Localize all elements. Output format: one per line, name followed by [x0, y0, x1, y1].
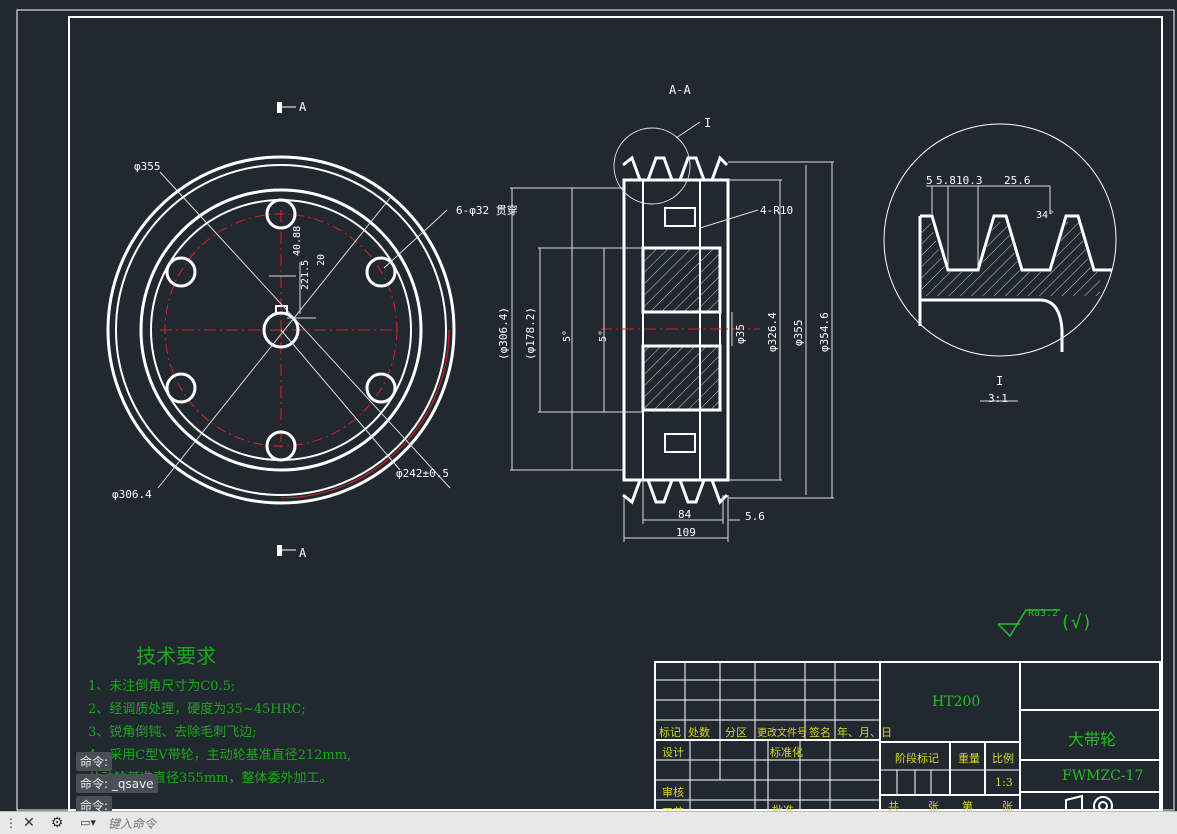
detail-mark: I: [704, 116, 712, 130]
header-cell: 分区: [725, 726, 747, 739]
drawing-number: FWMZC-17: [1062, 768, 1144, 784]
dim-detail-b: 5.8: [936, 174, 956, 187]
dim-d242: φ242±0.5: [396, 467, 449, 480]
section-mark-top: A: [299, 100, 307, 114]
wrench-icon[interactable]: ⚙: [48, 814, 66, 832]
material: HT200: [932, 694, 981, 710]
dim-d3064: (φ306.4): [497, 307, 510, 360]
close-icon[interactable]: ✕: [20, 814, 38, 832]
dim-d306-front: φ306.4: [112, 488, 152, 501]
weight-label: 重量: [958, 752, 980, 765]
dim-d35: φ35: [734, 324, 747, 344]
dim-w84: 84: [678, 508, 692, 521]
detail-view: [883, 123, 1117, 402]
grip-handle-icon[interactable]: ⋮: [2, 814, 20, 832]
design-label: 设计: [662, 746, 684, 759]
dim-angle2: 5°: [598, 329, 609, 342]
detail-label: I: [996, 374, 1004, 388]
dim-d3546: φ354.6: [818, 312, 831, 352]
command-history: 命令: 命令: _qsave 命令:: [76, 752, 158, 818]
dim-detail-a: 5: [926, 174, 933, 187]
ratio-label: 比例: [992, 752, 1014, 765]
command-history-line: 命令: _qsave: [76, 774, 158, 793]
command-input[interactable]: [106, 814, 1150, 833]
command-bar: ⋮ ✕ ⚙ ▭▾: [0, 811, 1177, 834]
dim-d3264: φ326.4: [766, 312, 779, 352]
dim-d355-section: φ355: [792, 319, 805, 347]
dim-r10: 4-R10: [760, 204, 794, 217]
command-history-line: 命令:: [76, 752, 113, 771]
section-title: A-A: [669, 83, 691, 97]
header-cell: 标记: [659, 726, 681, 739]
dim-key2: 20: [316, 253, 327, 266]
dim-key3: 221.5: [300, 259, 311, 290]
command-prompt-icon[interactable]: ▭▾: [74, 814, 102, 832]
review-label: 审核: [662, 786, 684, 799]
section-mark-bottom: A: [299, 546, 307, 560]
tech-line: 2、经调质处理，硬度为35~45HRC;: [88, 702, 306, 717]
tech-line: 1、未注倒角尺寸为C0.5;: [88, 679, 236, 694]
dim-w56: 5.6: [745, 510, 765, 523]
dim-w109: 109: [676, 526, 696, 539]
dim-holes: 6-φ32 贯穿: [456, 204, 518, 217]
part-name: 大带轮: [1068, 730, 1117, 749]
dim-key1: 40.88: [292, 225, 303, 256]
header-cell: 更改文件号: [757, 728, 807, 739]
dim-d1782: (φ178.2): [524, 307, 537, 360]
dim-d355-front: φ355: [134, 160, 161, 173]
header-cell: 年、月、日: [837, 726, 892, 739]
ratio-value: 1:3: [995, 776, 1013, 789]
tech-line: 3、锐角倒钝、去除毛刺飞边;: [88, 725, 257, 740]
header-cell: 签名: [809, 726, 831, 739]
stage-label: 阶段标记: [895, 752, 939, 765]
dim-angle1: 5°: [562, 329, 573, 342]
dim-detail-angle: 34°: [1036, 210, 1055, 221]
standard-label: 标准化: [770, 746, 803, 759]
roughness-value: Ra3.2: [1028, 608, 1059, 619]
tech-title: 技术要求: [136, 644, 216, 668]
dim-detail-c: 10.3: [956, 174, 983, 187]
detail-scale: 3:1: [988, 392, 1008, 405]
header-cell: 处数: [688, 726, 710, 739]
roughness-other: (√): [1060, 612, 1093, 633]
section-view: [510, 121, 834, 542]
dim-detail-d: 25.6: [1004, 174, 1031, 187]
